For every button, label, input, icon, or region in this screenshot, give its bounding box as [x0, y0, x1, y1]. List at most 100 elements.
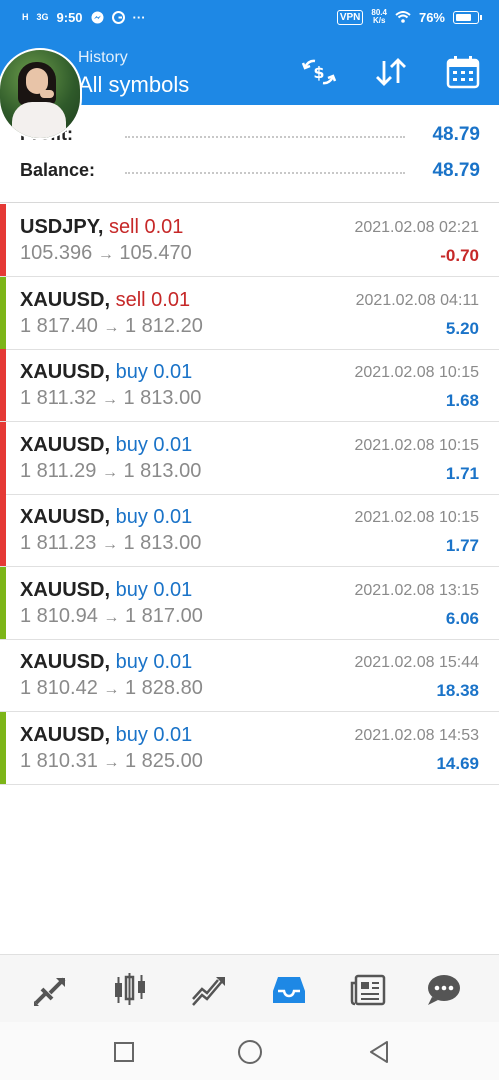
balance-row: Balance: 48.79 [20, 156, 480, 186]
candlestick-icon [115, 973, 145, 1005]
open-price: 1 810.31 [20, 749, 98, 772]
back-button[interactable] [364, 1037, 394, 1067]
deal-status-bar [0, 276, 6, 349]
signal-3g-icon: 3G [36, 12, 49, 22]
deal-symbol-line: USDJPY, sell 0.01 [20, 216, 183, 239]
inbox-icon [273, 977, 305, 1003]
deal-symbol-line: XAUUSD, buy 0.01 [20, 506, 192, 529]
deal-status-bar [0, 566, 6, 639]
open-price: 1 810.94 [20, 604, 98, 627]
deal-row[interactable]: XAUUSD, buy 0.01 1 810.42 → 1 828.80 2021.… [0, 639, 499, 712]
deal-symbol: XAUUSD, [20, 651, 111, 673]
clock: 9:50 [56, 10, 83, 25]
deal-symbol: XAUUSD, [20, 361, 111, 383]
deposit-withdraw-button[interactable]: $ [300, 54, 338, 90]
deal-type: buy 0.01 [115, 506, 193, 528]
open-price: 1 811.32 [20, 387, 97, 409]
avatar[interactable] [0, 48, 82, 140]
vpn-icon: VPN [336, 9, 364, 25]
deal-status-bar [0, 639, 6, 711]
status-bar: H 3G 9:50 ··· VPN 80.4 K/s 76% [0, 0, 499, 38]
close-price: 1 817.00 [124, 604, 203, 627]
deal-status-bar [0, 204, 6, 276]
quotes-tab[interactable] [26, 967, 76, 1013]
deal-type: buy 0.01 [115, 651, 193, 673]
calendar-button[interactable] [444, 54, 482, 90]
open-price: 105.396 [20, 242, 93, 264]
deal-status-bar [0, 494, 6, 566]
deal-symbol: XAUUSD, [20, 578, 111, 601]
deal-profit: 6.06 [445, 608, 479, 628]
deal-profit: 1.68 [445, 391, 479, 410]
deal-prices: 1 811.32 → 1 813.00 [20, 387, 201, 410]
deal-row[interactable]: XAUUSD, buy 0.01 1 810.31 → 1 825.00 2021.… [0, 711, 499, 785]
deal-time: 2021.02.08 13:15 [354, 581, 479, 599]
arrow-right-icon: → [103, 318, 120, 336]
deal-prices: 1 810.42 → 1 828.80 [20, 677, 203, 700]
messages-tab[interactable] [418, 967, 468, 1013]
svg-text:$: $ [313, 63, 324, 82]
dotted-leader [125, 136, 405, 138]
news-tab[interactable] [343, 967, 393, 1013]
quotes-icon [34, 977, 66, 1006]
deal-type: buy 0.01 [115, 578, 193, 601]
chat-icon [428, 975, 460, 1005]
profit-row: Profit: 48.79 [20, 120, 480, 150]
signal-h-icon: H [22, 12, 29, 22]
square-icon [114, 1042, 134, 1062]
header-subtitle: History [78, 49, 128, 66]
deal-type: buy 0.01 [115, 433, 193, 456]
chart-tab[interactable] [105, 967, 155, 1013]
deal-symbol-line: XAUUSD, buy 0.01 [20, 651, 192, 674]
close-price: 1 813.00 [123, 532, 202, 554]
dotted-leader [125, 172, 405, 174]
deal-symbol-line: XAUUSD, buy 0.01 [20, 361, 192, 384]
deal-prices: 1 810.94 → 1 817.00 [20, 605, 203, 628]
deal-type: sell 0.01 [115, 288, 191, 311]
deal-row[interactable]: XAUUSD, buy 0.01 1 811.29 → 1 813.00 2021.… [0, 421, 499, 495]
open-price: 1 817.40 [20, 314, 98, 337]
deal-prices: 105.396 → 105.470 [20, 242, 192, 265]
deal-row[interactable]: XAUUSD, buy 0.01 1 811.32 → 1 813.00 2021.… [0, 349, 499, 422]
deal-symbol-line: XAUUSD, buy 0.01 [20, 434, 192, 457]
deal-type: sell 0.01 [108, 216, 184, 238]
deal-profit: 5.20 [445, 318, 479, 338]
deal-row[interactable]: XAUUSD, buy 0.01 1 811.23 → 1 813.00 2021.… [0, 494, 499, 567]
close-price: 1 812.20 [124, 314, 203, 337]
news-icon [350, 974, 386, 1006]
deal-row[interactable]: XAUUSD, buy 0.01 1 810.94 → 1 817.00 2021.… [0, 566, 499, 640]
open-price: 1 810.42 [20, 677, 98, 699]
deal-profit: 1.71 [445, 463, 479, 483]
deal-profit: 14.69 [436, 753, 479, 773]
messenger-icon [91, 11, 104, 24]
header-title[interactable]: All symbols [78, 72, 189, 98]
battery-icon [453, 10, 482, 24]
deal-symbol: XAUUSD, [20, 288, 111, 311]
sort-button[interactable] [372, 54, 410, 90]
deal-symbol-line: XAUUSD, buy 0.01 [20, 724, 192, 747]
deal-symbol: XAUUSD, [20, 506, 111, 528]
trade-tab[interactable] [184, 967, 234, 1013]
close-price: 1 813.00 [123, 459, 202, 482]
deal-status-bar [0, 421, 6, 494]
deal-prices: 1 811.23 → 1 813.00 [20, 532, 201, 555]
balance-label: Balance: [20, 160, 96, 180]
deal-time: 2021.02.08 10:15 [354, 509, 479, 526]
divider [0, 202, 499, 203]
deal-row[interactable]: XAUUSD, sell 0.01 1 817.40 → 1 812.20 2021… [0, 276, 499, 350]
recent-apps-button[interactable] [109, 1037, 139, 1067]
deal-row[interactable]: USDJPY, sell 0.01 105.396 → 105.470 2021.0… [0, 204, 499, 277]
deal-time: 2021.02.08 10:15 [354, 364, 479, 381]
deal-profit: -0.70 [440, 246, 479, 265]
deal-symbol: XAUUSD, [20, 723, 111, 746]
arrow-right-icon: → [101, 391, 118, 408]
deal-profit: 18.38 [436, 681, 479, 700]
history-tab[interactable] [264, 967, 314, 1013]
arrow-right-icon: → [97, 246, 114, 263]
home-button[interactable] [235, 1037, 265, 1067]
deal-prices: 1 811.29 → 1 813.00 [20, 460, 201, 483]
deal-time: 2021.02.08 15:44 [354, 654, 479, 671]
network-speed: 80.4 K/s [371, 8, 387, 25]
sort-arrows-icon [376, 58, 406, 86]
close-price: 1 813.00 [123, 387, 202, 409]
